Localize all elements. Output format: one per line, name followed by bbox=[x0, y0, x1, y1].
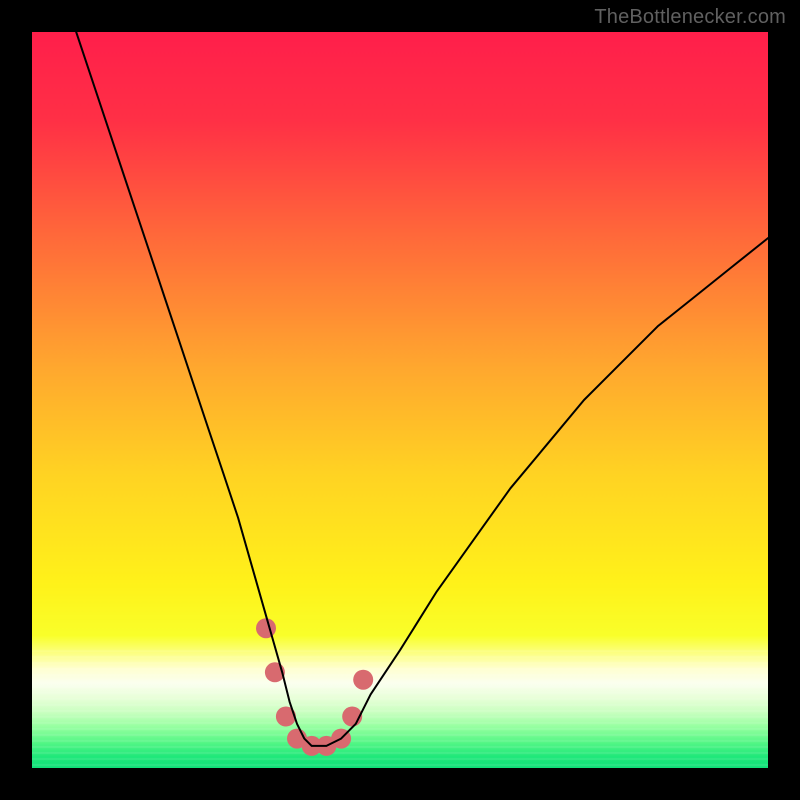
watermark-text: TheBottlenecker.com bbox=[594, 6, 786, 29]
chart-frame: TheBottlenecker.com bbox=[0, 0, 800, 800]
plot-area bbox=[32, 32, 768, 768]
gradient-background bbox=[32, 32, 768, 768]
